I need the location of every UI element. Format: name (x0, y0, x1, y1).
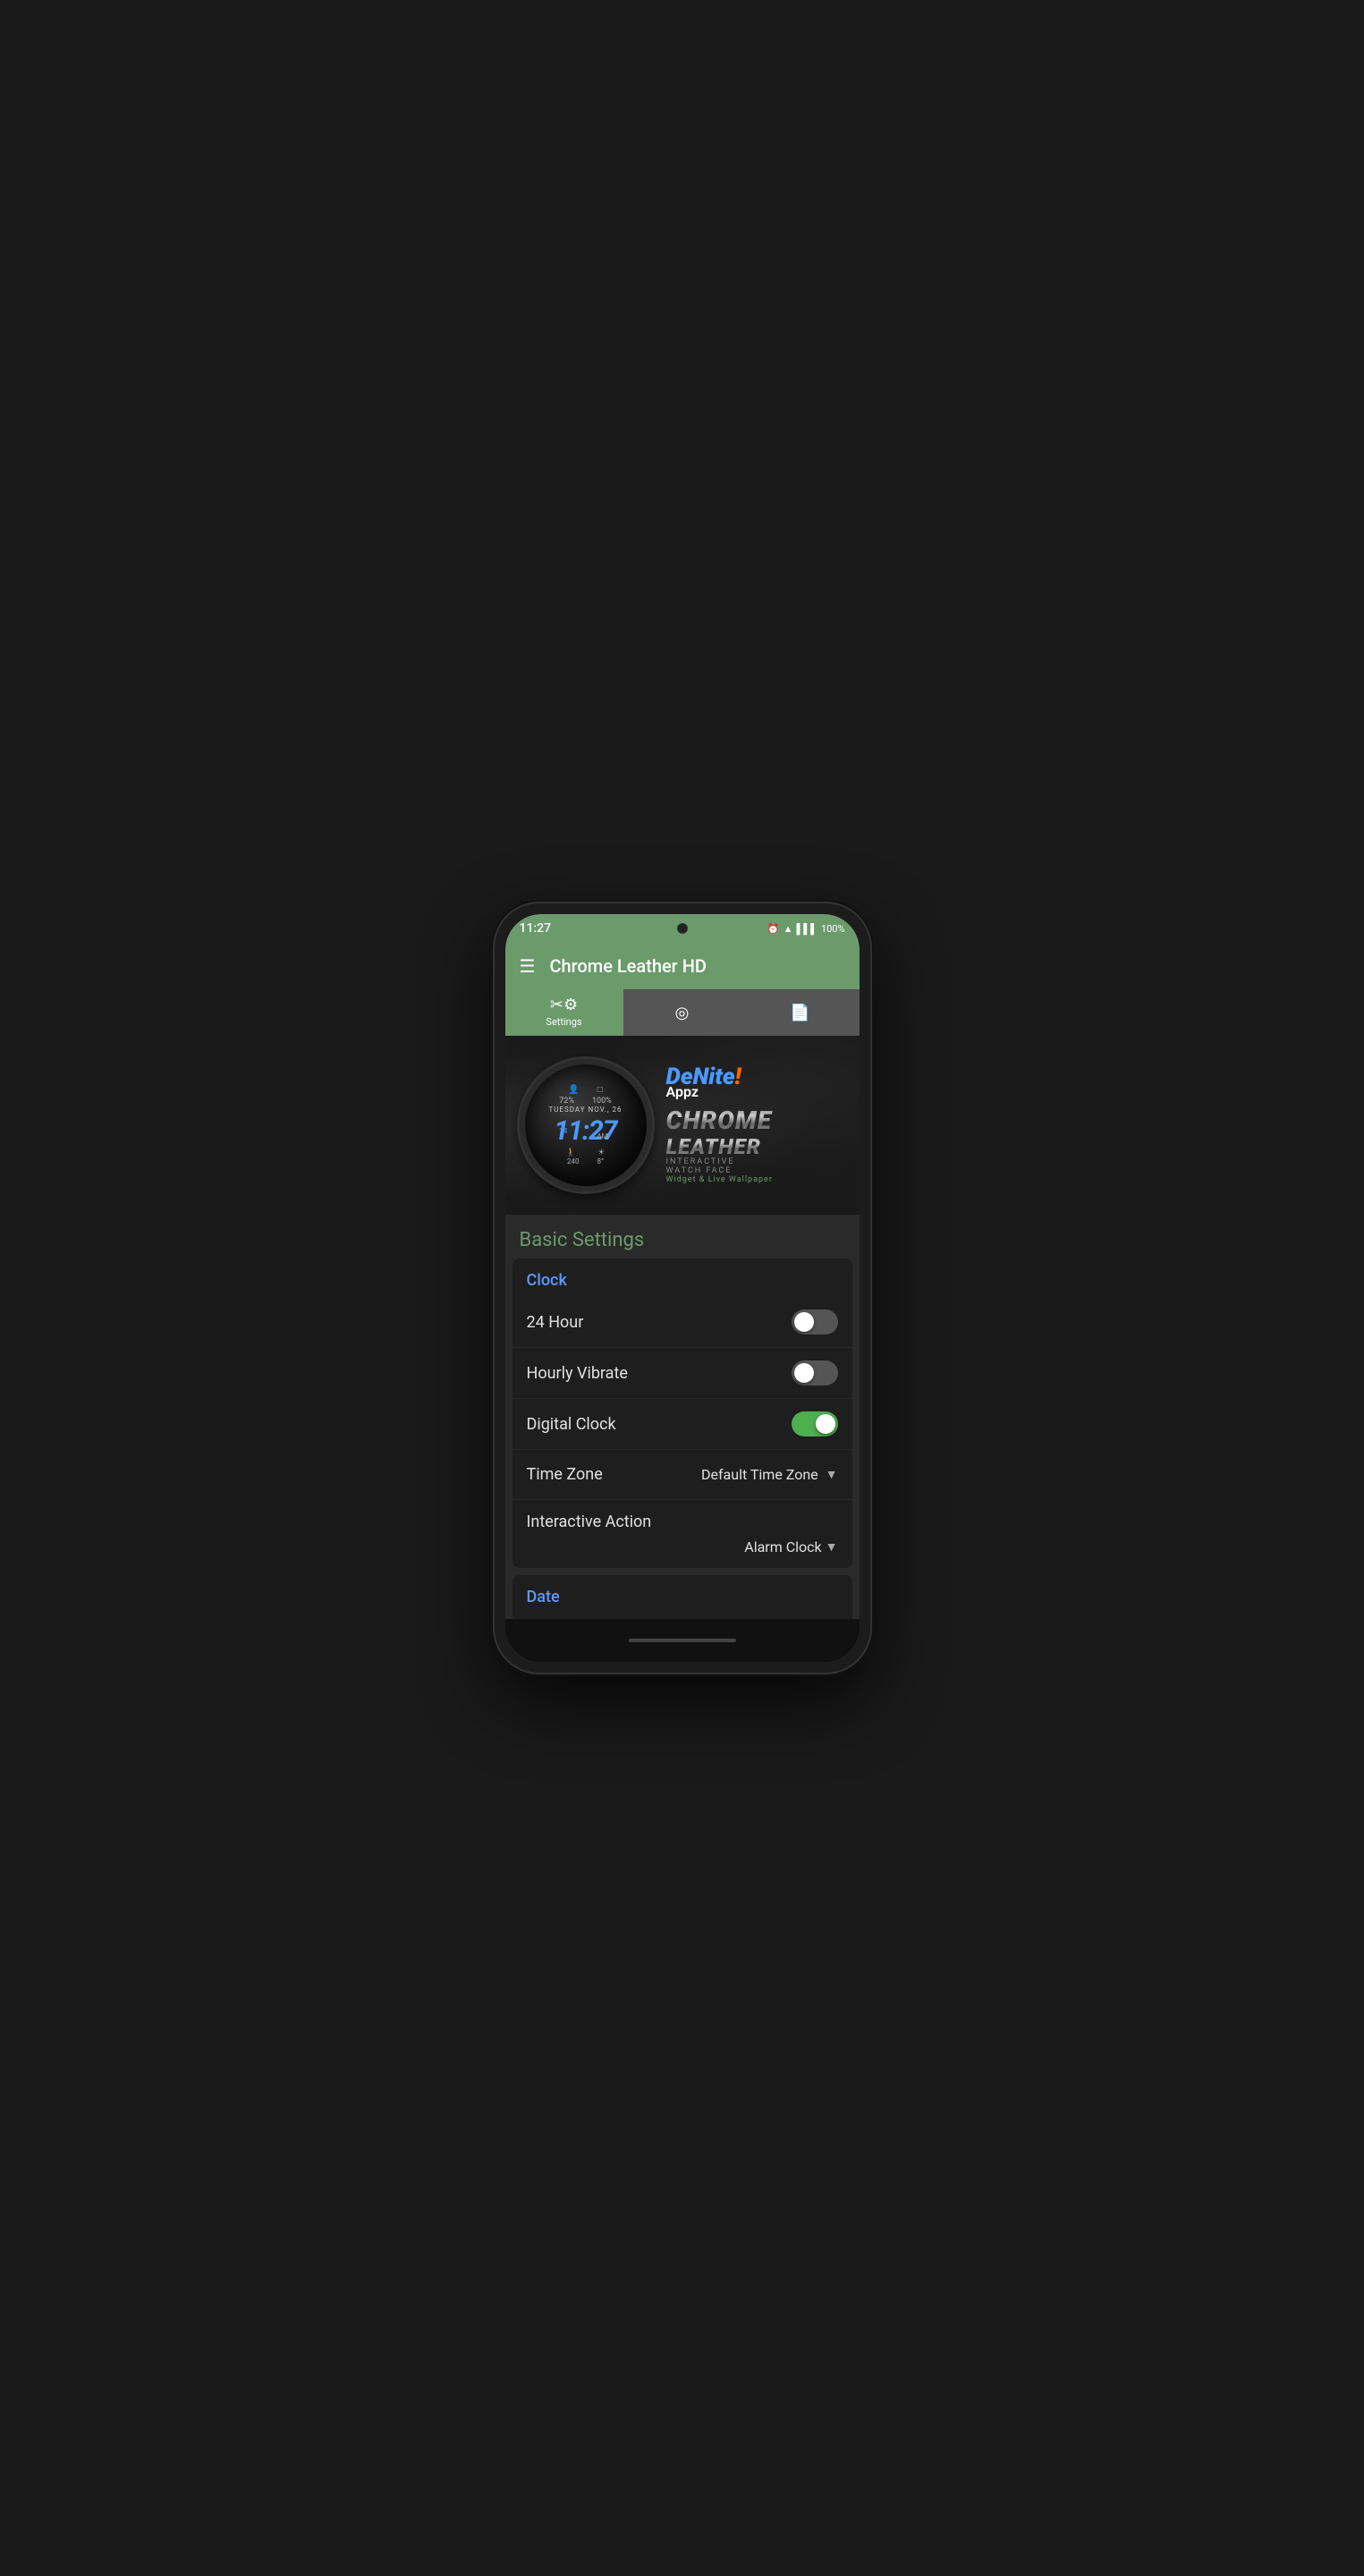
label-24hour: 24 Hour (527, 1313, 584, 1332)
setting-row-interactive-action: Interactive Action Alarm Clock ▼ (513, 1499, 852, 1568)
label-digital-clock: Digital Clock (527, 1415, 616, 1434)
tab-list[interactable]: 📄 (741, 989, 860, 1036)
clock-settings-card: Clock 24 Hour Hourly Vibrate (513, 1258, 852, 1568)
hamburger-menu-button[interactable]: ☰ (520, 955, 536, 977)
timezone-dropdown[interactable]: Default Time Zone ▼ (701, 1466, 838, 1483)
watch-time-row: 24 11:27 AM (554, 1115, 616, 1147)
watch-bottom-icons: 🚶 ☀ (566, 1148, 605, 1157)
camera (677, 923, 688, 934)
toggle-hourly-vibrate[interactable] (792, 1360, 838, 1385)
toggle-thumb-24hour (794, 1312, 814, 1332)
app-toolbar: ☰ Chrome Leather HD (505, 943, 860, 989)
brand-area: DeNite! Appz CHROME LEATHER Interactive … (666, 1065, 845, 1185)
watch-tab-icon: ◎ (675, 1004, 690, 1022)
watch-battery-icon: □ (597, 1085, 603, 1095)
timezone-value: Default Time Zone (701, 1466, 818, 1483)
setting-row-current-date: Current Date (513, 1614, 852, 1619)
chrome-brand: CHROME LEATHER Interactive Watch Face Wi… (666, 1107, 845, 1185)
tab-settings[interactable]: ✂⚙ Settings (505, 989, 623, 1036)
setting-row-timezone: Time Zone Default Time Zone ▼ (513, 1449, 852, 1499)
timezone-dropdown-arrow: ▼ (826, 1467, 838, 1482)
watch-am-label: AM (597, 1132, 607, 1140)
appz-brand: Appz (666, 1083, 845, 1100)
alarm-icon: ⏰ (767, 923, 780, 935)
label-timezone: Time Zone (527, 1465, 603, 1484)
interactive-action-value: Alarm Clock (744, 1538, 821, 1555)
settings-tab-icon: ✂⚙ (550, 996, 578, 1014)
sun-icon: ☀ (597, 1148, 605, 1157)
date-section-label: Date (513, 1575, 852, 1614)
list-tab-icon: 📄 (790, 1004, 809, 1022)
scroll-content[interactable]: 👤 □ 72% 100% Tuesday Nov., 26 24 11:27 (505, 1036, 860, 1619)
signal-icon: ▌▌▌ (797, 923, 818, 935)
watch-bottom-vals: 240 8° (567, 1157, 604, 1165)
toggle-thumb-digital-clock (816, 1414, 835, 1434)
chrome-text: CHROME (666, 1107, 845, 1135)
tab-watch[interactable]: ◎ (623, 989, 741, 1036)
wifi-icon: ▲ (784, 923, 793, 935)
label-interactive-action: Interactive Action (527, 1513, 838, 1531)
toggle-thumb-hourly-vibrate (794, 1363, 814, 1383)
toggle-24hour[interactable] (792, 1309, 838, 1335)
watch-pct-row: 72% 100% (559, 1097, 612, 1106)
nav-indicator (629, 1639, 736, 1642)
leather-text: LEATHER (666, 1135, 845, 1158)
setting-row-hourly-vibrate: Hourly Vibrate (513, 1347, 852, 1398)
tab-bar: ✂⚙ Settings ◎ 📄 (505, 989, 860, 1036)
status-icons: ⏰ ▲ ▌▌▌ 100% (767, 923, 845, 935)
phone-frame: 11:27 ⏰ ▲ ▌▌▌ 100% ☰ Chrome Leather HD ✂… (495, 903, 870, 1673)
interactive-action-dropdown[interactable]: Alarm Clock ▼ (527, 1538, 838, 1555)
watch-face: 👤 □ 72% 100% Tuesday Nov., 26 24 11:27 (520, 1059, 652, 1191)
app-title: Chrome Leather HD (549, 955, 707, 977)
watch-steps-icon: 👤 (568, 1085, 579, 1095)
watch-top-row: 👤 □ (568, 1085, 603, 1095)
interactive-text: Interactive Watch Face (666, 1158, 845, 1176)
watch-date: Tuesday Nov., 26 (548, 1106, 622, 1114)
setting-row-24hour: 24 Hour (513, 1297, 852, 1347)
denite-brand: DeNite! Appz (666, 1065, 845, 1100)
label-hourly-vibrate: Hourly Vibrate (527, 1364, 628, 1383)
watch-face-wrapper: 👤 □ 72% 100% Tuesday Nov., 26 24 11:27 (520, 1059, 652, 1191)
bottom-nav (505, 1619, 860, 1662)
watch-24h-label: 24 (559, 1127, 567, 1135)
toggle-digital-clock[interactable] (792, 1411, 838, 1436)
status-time: 11:27 (520, 921, 552, 936)
clock-section-label: Clock (513, 1258, 852, 1297)
phone-screen: 11:27 ⏰ ▲ ▌▌▌ 100% ☰ Chrome Leather HD ✂… (505, 914, 860, 1662)
interactive-action-arrow: ▼ (826, 1539, 838, 1555)
setting-row-digital-clock: Digital Clock (513, 1398, 852, 1449)
widget-text: Widget & Live Wallpaper (666, 1176, 845, 1185)
hero-section: 👤 □ 72% 100% Tuesday Nov., 26 24 11:27 (505, 1036, 860, 1215)
basic-settings-heading: Basic Settings (505, 1215, 860, 1258)
date-settings-card: Date Current Date Date Format Tuesday No… (513, 1575, 852, 1619)
walk-icon: 🚶 (566, 1148, 576, 1157)
battery-status: 100% (821, 923, 845, 935)
tab-settings-label: Settings (546, 1016, 581, 1028)
